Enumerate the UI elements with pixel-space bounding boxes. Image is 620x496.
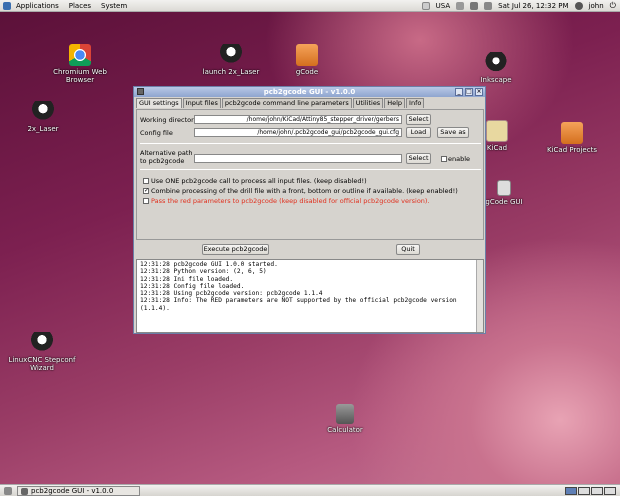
keyboard-icon (421, 2, 430, 10)
tab-input-files[interactable]: Input files (182, 98, 221, 108)
enable-checkbox[interactable] (441, 156, 447, 162)
working-directory-field[interactable]: /home/john/KiCad/Attiny85_stepper_driver… (194, 115, 402, 124)
kicad-icon (486, 120, 508, 142)
log-line: 12:31:28 Python version: (2, 6, 5) (140, 268, 267, 276)
menu-applications[interactable]: Applications (11, 2, 64, 10)
taskbar-item-pcb2gcode[interactable]: pcb2gcode GUI - v1.0.0 (17, 486, 140, 496)
penguin-icon (31, 332, 53, 354)
tab-command-line-parameters[interactable]: pcb2gcode command line parameters (221, 98, 352, 108)
config-load-button[interactable]: Load (406, 127, 431, 138)
desktop-icon-linuxcnc[interactable]: LinuxCNC Stepconf Wizard (2, 332, 82, 372)
desktop-icon-gcode[interactable]: gCode (267, 44, 347, 76)
folder-icon (296, 44, 318, 66)
red-params-label: Pass the red parameters to pcb2gcode (ke… (151, 197, 430, 205)
desktop-icon-2x-laser[interactable]: 2x_Laser (3, 101, 83, 133)
network-icon[interactable] (456, 2, 465, 10)
config-save-as-button[interactable]: Save as (437, 127, 469, 138)
penguin-icon (32, 101, 54, 123)
window-titlebar[interactable]: pcb2gcode GUI - v1.0.0 _ □ × (134, 87, 485, 97)
menu-places[interactable]: Places (64, 2, 96, 10)
app-icon (21, 487, 28, 495)
quit-button[interactable]: Quit (396, 244, 420, 255)
execute-button[interactable]: Execute pcb2gcode (202, 244, 269, 255)
one-call-checkbox[interactable] (143, 178, 149, 184)
log-line: 12:31:28 Config file loaded. (140, 282, 245, 290)
log-scrollbar[interactable] (476, 260, 483, 332)
combine-drill-label: Combine processing of the drill file wit… (151, 187, 458, 195)
window-menu-icon[interactable] (137, 88, 144, 95)
keyboard-layout[interactable]: USA (436, 2, 451, 10)
desktop-icon-calculator[interactable]: Calculator (305, 404, 385, 434)
desktop-icon-kicad-projects[interactable]: KiCad Projects (532, 122, 612, 154)
log-line: 12:31:28 pcb2gcode GUI 1.0.0 started. (140, 261, 278, 268)
menu-system[interactable]: System (96, 2, 132, 10)
working-directory-label: Working directory (140, 116, 198, 124)
mail-icon[interactable] (470, 2, 479, 10)
bottom-panel: pcb2gcode GUI - v1.0.0 (0, 484, 620, 496)
desktop-icon-inkscape[interactable]: Inkscape (456, 52, 536, 84)
tab-info[interactable]: Info (406, 98, 425, 108)
minimize-icon[interactable]: _ (455, 88, 463, 96)
tab-help[interactable]: Help (384, 98, 406, 108)
tab-gui-settings[interactable]: GUI settings (136, 98, 182, 108)
show-desktop-icon[interactable] (4, 487, 12, 495)
working-directory-select-button[interactable]: Select (406, 114, 431, 125)
tab-bar: GUI settings Input files pcb2gcode comma… (134, 98, 485, 108)
workspace-3[interactable] (591, 487, 603, 495)
pcb2gcode-window: pcb2gcode GUI - v1.0.0 _ □ × GUI setting… (133, 86, 486, 334)
log-line: 12:31:28 Ini file loaded. (140, 275, 234, 283)
volume-icon[interactable] (484, 2, 493, 10)
workspace-switcher[interactable] (565, 487, 616, 495)
top-panel: Applications Places System USA Sat Jul 2… (0, 0, 620, 12)
workspace-2[interactable] (578, 487, 590, 495)
clock[interactable]: Sat Jul 26, 12:32 PM (498, 2, 568, 10)
config-file-label: Config file (140, 129, 173, 137)
desktop-icon-chromium[interactable]: Chromium Web Browser (40, 44, 120, 84)
penguin-icon (220, 44, 242, 66)
gcode-gui-icon (497, 180, 511, 196)
power-icon[interactable]: ⏻ (610, 1, 616, 11)
folder-icon (561, 122, 583, 144)
window-title: pcb2gcode GUI - v1.0.0 (263, 88, 356, 96)
user-icon (574, 2, 583, 10)
tab-utilities[interactable]: Utilities (352, 98, 384, 108)
red-params-checkbox[interactable] (143, 198, 149, 204)
desktop-icon-launch2x[interactable]: launch 2x_Laser (191, 44, 271, 76)
log-output[interactable]: 12:31:28 pcb2gcode GUI 1.0.0 started. 12… (136, 259, 484, 333)
workspace-4[interactable] (604, 487, 616, 495)
log-line: 12:31:28 Using pcb2gcode version: pcb2gc… (140, 290, 323, 298)
chromium-icon (69, 44, 91, 66)
separator (140, 143, 481, 144)
one-call-label: Use ONE pcb2gcode call to process all in… (151, 177, 367, 185)
maximize-icon[interactable]: □ (465, 88, 473, 96)
combine-drill-checkbox[interactable]: ✓ (143, 188, 149, 194)
user-name[interactable]: john (589, 2, 604, 10)
close-icon[interactable]: × (475, 88, 483, 96)
gui-settings-panel: Working directory /home/john/KiCad/Attin… (136, 109, 484, 240)
alt-path-label: Alternative path to pcb2gcode (140, 149, 193, 165)
alt-path-select-button[interactable]: Select (406, 153, 431, 164)
log-line: 12:31:28 Info: The RED parameters are NO… (140, 297, 457, 312)
enable-label: enable (448, 155, 471, 163)
config-file-field[interactable]: /home/john/.pcb2gcode_gui/pcb2gcode_gui.… (194, 128, 402, 137)
alt-path-field[interactable] (194, 154, 402, 163)
gnome-foot-icon[interactable] (3, 1, 11, 10)
separator (140, 169, 481, 170)
calculator-icon (336, 404, 354, 424)
inkscape-icon (485, 52, 507, 74)
workspace-1[interactable] (565, 487, 577, 495)
